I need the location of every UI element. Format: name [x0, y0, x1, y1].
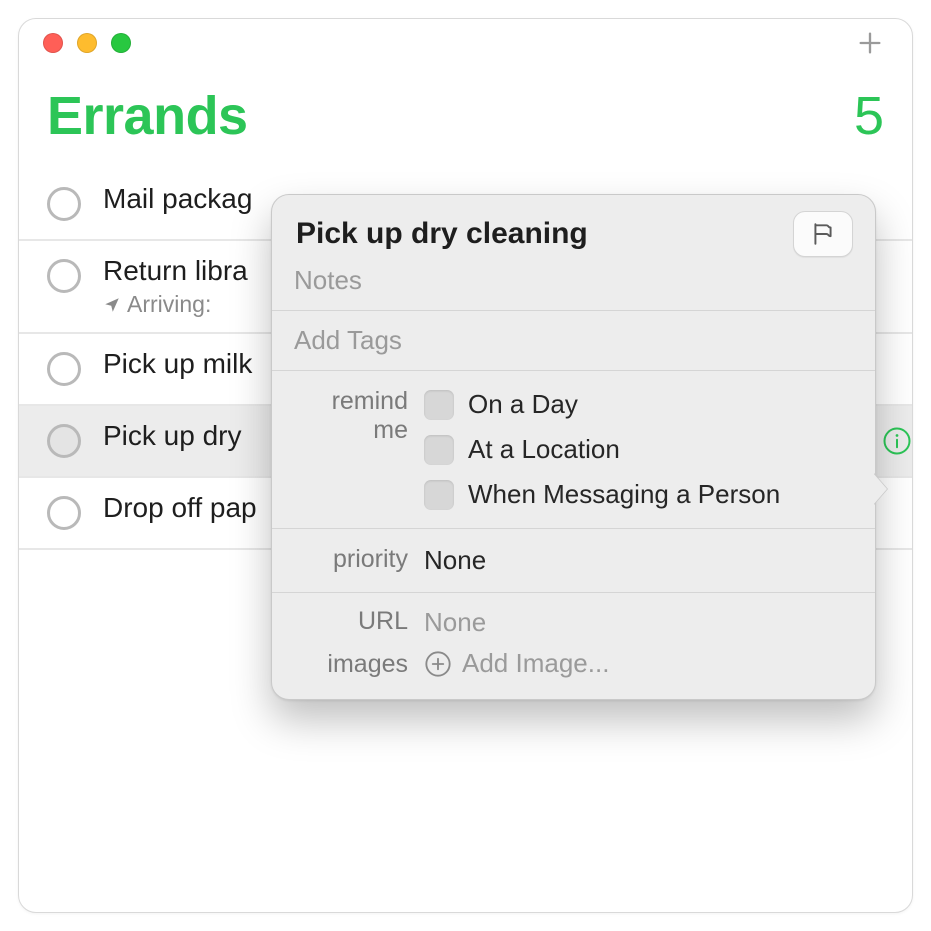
priority-label: priority [294, 541, 424, 580]
divider [272, 310, 875, 311]
reminder-checkbox[interactable] [47, 352, 81, 386]
list-count: 5 [854, 85, 884, 147]
reminder-details-popover: remind me On a Day At a Location When Me… [271, 194, 876, 700]
reminder-checkbox[interactable] [47, 424, 81, 458]
remind-when-messaging-checkbox[interactable]: When Messaging a Person [424, 479, 853, 510]
plus-icon [856, 29, 884, 57]
traffic-lights [39, 33, 131, 53]
zoom-icon[interactable] [111, 33, 131, 53]
priority-value: None [424, 541, 853, 580]
reminder-checkbox[interactable] [47, 259, 81, 293]
images-label: images [294, 646, 424, 681]
divider [272, 592, 875, 593]
remind-on-day-checkbox[interactable]: On a Day [424, 389, 853, 420]
remind-on-day-label: On a Day [468, 389, 578, 420]
reminders-window: Errands 5 Mail packag Return libra Arriv… [18, 18, 913, 913]
plus-circle-icon [424, 650, 452, 678]
add-image-button[interactable]: Add Image... [424, 646, 853, 681]
reminder-checkbox[interactable] [47, 187, 81, 221]
divider [272, 370, 875, 371]
remind-me-row: remind me On a Day At a Location When Me… [294, 379, 853, 520]
info-button[interactable] [882, 426, 912, 456]
info-icon [882, 426, 912, 456]
popover-title-input[interactable] [294, 216, 793, 252]
add-image-label: Add Image... [462, 648, 609, 679]
list-header: Errands 5 [19, 67, 912, 147]
flag-button[interactable] [793, 211, 853, 257]
location-arrow-icon [103, 296, 121, 314]
checkbox-icon [424, 480, 454, 510]
tags-input[interactable] [294, 319, 853, 362]
priority-row[interactable]: priority None [294, 537, 853, 584]
add-reminder-button[interactable] [848, 23, 892, 63]
checkbox-icon [424, 390, 454, 420]
divider [272, 528, 875, 529]
images-row: images Add Image... [294, 644, 853, 683]
remind-at-location-checkbox[interactable]: At a Location [424, 434, 853, 465]
close-icon[interactable] [43, 33, 63, 53]
remind-when-messaging-label: When Messaging a Person [468, 479, 780, 510]
url-value: None [424, 603, 853, 642]
checkbox-icon [424, 435, 454, 465]
minimize-icon[interactable] [77, 33, 97, 53]
remind-at-location-label: At a Location [468, 434, 620, 465]
list-title: Errands [47, 85, 248, 147]
remind-me-label: remind me [294, 383, 424, 516]
flag-icon [810, 221, 836, 247]
titlebar [19, 19, 912, 67]
url-label: URL [294, 603, 424, 642]
reminder-checkbox[interactable] [47, 496, 81, 530]
url-row[interactable]: URL None [294, 601, 853, 644]
notes-input[interactable] [294, 259, 853, 302]
